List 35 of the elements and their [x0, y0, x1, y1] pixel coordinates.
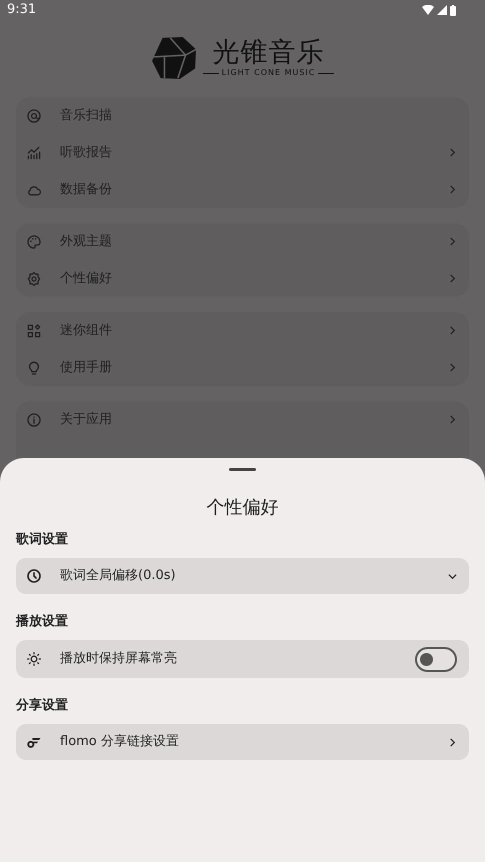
battery-icon [450, 4, 456, 16]
menu-item[interactable]: 音乐扫描 [16, 97, 469, 134]
logo-icon [150, 36, 199, 80]
menu-item[interactable]: 关于应用 [16, 401, 469, 438]
at-icon [26, 108, 42, 124]
info-icon [26, 412, 42, 428]
setting-row[interactable]: 歌词全局偏移(0.0s) [16, 558, 469, 594]
chevron-down-icon [448, 572, 457, 580]
toggle-switch[interactable] [415, 646, 457, 672]
status-time: 9:31 [7, 1, 36, 20]
logo-subtitle: LIGHT CONE MUSIC [222, 68, 316, 78]
menu-item[interactable]: 数据备份 [16, 171, 469, 208]
setting-row[interactable]: 播放时保持屏幕常亮 [16, 640, 469, 678]
sheet-title: 个性偏好 [206, 496, 280, 520]
chevron-right-icon [448, 738, 457, 746]
section-header: 播放设置 [16, 613, 69, 631]
chart-icon [26, 144, 42, 160]
clock-icon [26, 568, 42, 584]
menu-item[interactable]: 个性偏好 [16, 260, 469, 297]
menu-item[interactable]: 迷你组件 [16, 312, 469, 349]
drag-handle[interactable] [229, 468, 256, 471]
wifi-icon [422, 5, 434, 15]
signal-icon [437, 5, 447, 15]
setting-row[interactable]: flomo 分享链接设置 [16, 724, 469, 760]
logo-title: 光锥音乐 [212, 38, 324, 68]
menu-item[interactable]: 外观主题 [16, 223, 469, 260]
menu-item[interactable]: 使用手册 [16, 349, 469, 386]
palette-icon [26, 234, 42, 250]
section-header: 分享设置 [16, 696, 69, 715]
section-header: 歌词设置 [16, 531, 69, 549]
widgets-icon [26, 322, 42, 338]
gear-icon [26, 270, 42, 286]
menu-item[interactable]: 听歌报告 [16, 134, 469, 171]
lightbulb-icon [26, 360, 42, 376]
sun-icon [26, 651, 42, 667]
